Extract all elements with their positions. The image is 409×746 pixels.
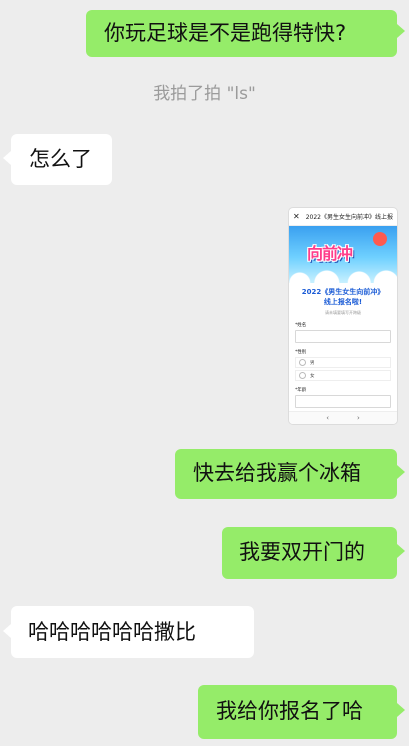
name-field: [295, 330, 391, 343]
age-field: [295, 395, 391, 408]
banner-logo: 向前冲: [307, 244, 353, 263]
form-subtext: 请未填要填写开跨级: [325, 310, 361, 315]
forward-icon: ›: [357, 414, 360, 422]
message-text: 怎么了: [29, 147, 92, 171]
back-icon: ‹: [326, 414, 329, 422]
gender-label: *性别: [295, 350, 307, 355]
message-bubble-sent[interactable]: 快去给我赢个冰箱: [175, 449, 397, 499]
gender-option-male: 男: [295, 357, 391, 368]
cloud-decoration: [289, 267, 397, 283]
form-heading-line1: 2022《男生女生向前冲》: [301, 288, 385, 296]
message-text: 快去给我赢个冰箱: [193, 461, 361, 485]
name-label: *姓名: [295, 323, 307, 328]
radio-icon: [299, 359, 306, 366]
form-heading-line2: 线上报名啦!: [323, 298, 363, 306]
bubble-tail: [3, 624, 11, 638]
message-bubble-received[interactable]: 哈哈哈哈哈哈撒比: [11, 606, 254, 658]
close-icon: ✕: [293, 212, 300, 221]
shared-screenshot[interactable]: ✕ 2022《男生女生向前冲》线上报名啦! 向前冲 2022《男生女生向前冲》 …: [289, 208, 397, 424]
message-text: 你玩足球是不是跑得特快?: [104, 21, 347, 45]
bubble-tail: [397, 465, 405, 479]
screenshot-title-bar: ✕ 2022《男生女生向前冲》线上报名啦!: [289, 208, 397, 226]
option-label: 男: [310, 360, 315, 366]
message-bubble-sent[interactable]: 你玩足球是不是跑得特快?: [86, 10, 397, 57]
gender-option-female: 女: [295, 370, 391, 381]
ball-icon: [373, 232, 387, 246]
option-label: 女: [310, 373, 315, 379]
message-text: 哈哈哈哈哈哈撒比: [28, 620, 196, 644]
message-bubble-sent[interactable]: 我要双开门的: [222, 527, 397, 579]
radio-icon: [299, 372, 306, 379]
bubble-tail: [397, 24, 405, 38]
event-banner: 向前冲: [289, 226, 397, 283]
bubble-tail: [397, 544, 405, 558]
form-heading: 2022《男生女生向前冲》 线上报名啦!: [289, 287, 397, 307]
message-bubble-received[interactable]: 怎么了: [11, 134, 112, 185]
message-text: 我给你报名了哈: [216, 699, 363, 723]
screenshot-nav-bar: ‹ ›: [289, 411, 397, 424]
message-text: 我要双开门的: [239, 540, 365, 564]
age-label: *年龄: [295, 388, 307, 393]
screenshot-page-title: 2022《男生女生向前冲》线上报名啦!: [305, 214, 393, 221]
bubble-tail: [397, 703, 405, 717]
bubble-tail: [3, 151, 11, 165]
message-bubble-sent[interactable]: 我给你报名了哈: [198, 685, 397, 739]
pat-notice: 我拍了拍 "ls": [153, 84, 256, 104]
